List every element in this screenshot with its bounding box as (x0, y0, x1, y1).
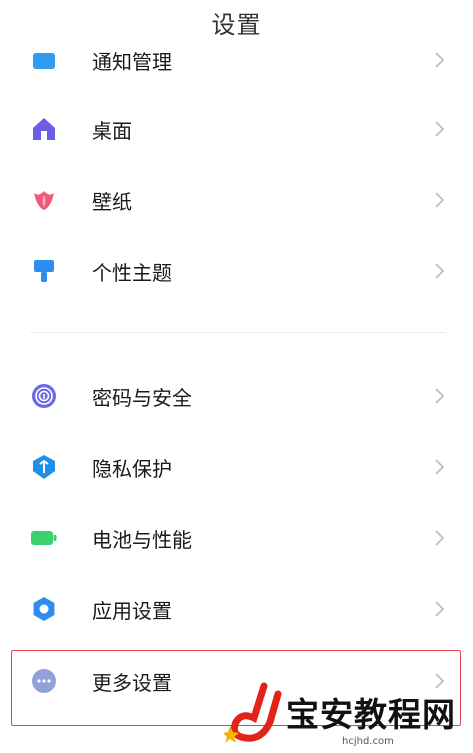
watermark-domain: hcjhd.com (342, 736, 394, 747)
settings-list: 通知管理 桌面 壁纸 个性主题 密码与安全 隐私保护 电池与性能 应用设置 更多… (0, 0, 473, 753)
fingerprint-icon (31, 383, 57, 409)
top-bar: 设置 (0, 0, 473, 44)
home-icon (31, 116, 57, 142)
settings-item-battery[interactable]: 电池与性能 (0, 508, 473, 568)
settings-item-label: 电池与性能 (92, 527, 192, 552)
settings-item-label: 桌面 (92, 118, 132, 143)
chevron-right-icon (435, 530, 445, 546)
chevron-right-icon (435, 459, 445, 475)
watermark-logo-icon (224, 682, 282, 743)
chevron-right-icon (435, 192, 445, 208)
chevron-right-icon (435, 388, 445, 404)
page-title: 设置 (211, 10, 262, 39)
settings-item-label: 通知管理 (92, 49, 172, 74)
settings-item-label: 个性主题 (92, 260, 172, 285)
battery-icon (31, 525, 57, 551)
chevron-right-icon (435, 121, 445, 137)
tulip-icon (31, 187, 57, 213)
settings-item-label: 隐私保护 (92, 456, 172, 481)
settings-item-privacy[interactable]: 隐私保护 (0, 437, 473, 497)
watermark-text: 宝安教程网 (286, 695, 456, 734)
settings-item-password-security[interactable]: 密码与安全 (0, 366, 473, 426)
settings-item-label: 应用设置 (92, 598, 172, 623)
chevron-right-icon (435, 601, 445, 617)
settings-item-themes[interactable]: 个性主题 (0, 241, 473, 301)
shield-icon (31, 454, 57, 480)
gear-icon (31, 596, 57, 622)
settings-item-label: 密码与安全 (92, 385, 192, 410)
section-divider (30, 332, 446, 333)
settings-item-app-settings[interactable]: 应用设置 (0, 579, 473, 639)
settings-item-desktop[interactable]: 桌面 (0, 99, 473, 159)
notification-icon (31, 47, 57, 73)
paintbrush-icon (31, 258, 57, 284)
settings-item-label: 壁纸 (92, 189, 132, 214)
chevron-right-icon (435, 263, 445, 279)
watermark: 宝安教程网 hcjhd.com (222, 680, 470, 750)
settings-item-wallpaper[interactable]: 壁纸 (0, 170, 473, 230)
chevron-right-icon (435, 52, 445, 68)
